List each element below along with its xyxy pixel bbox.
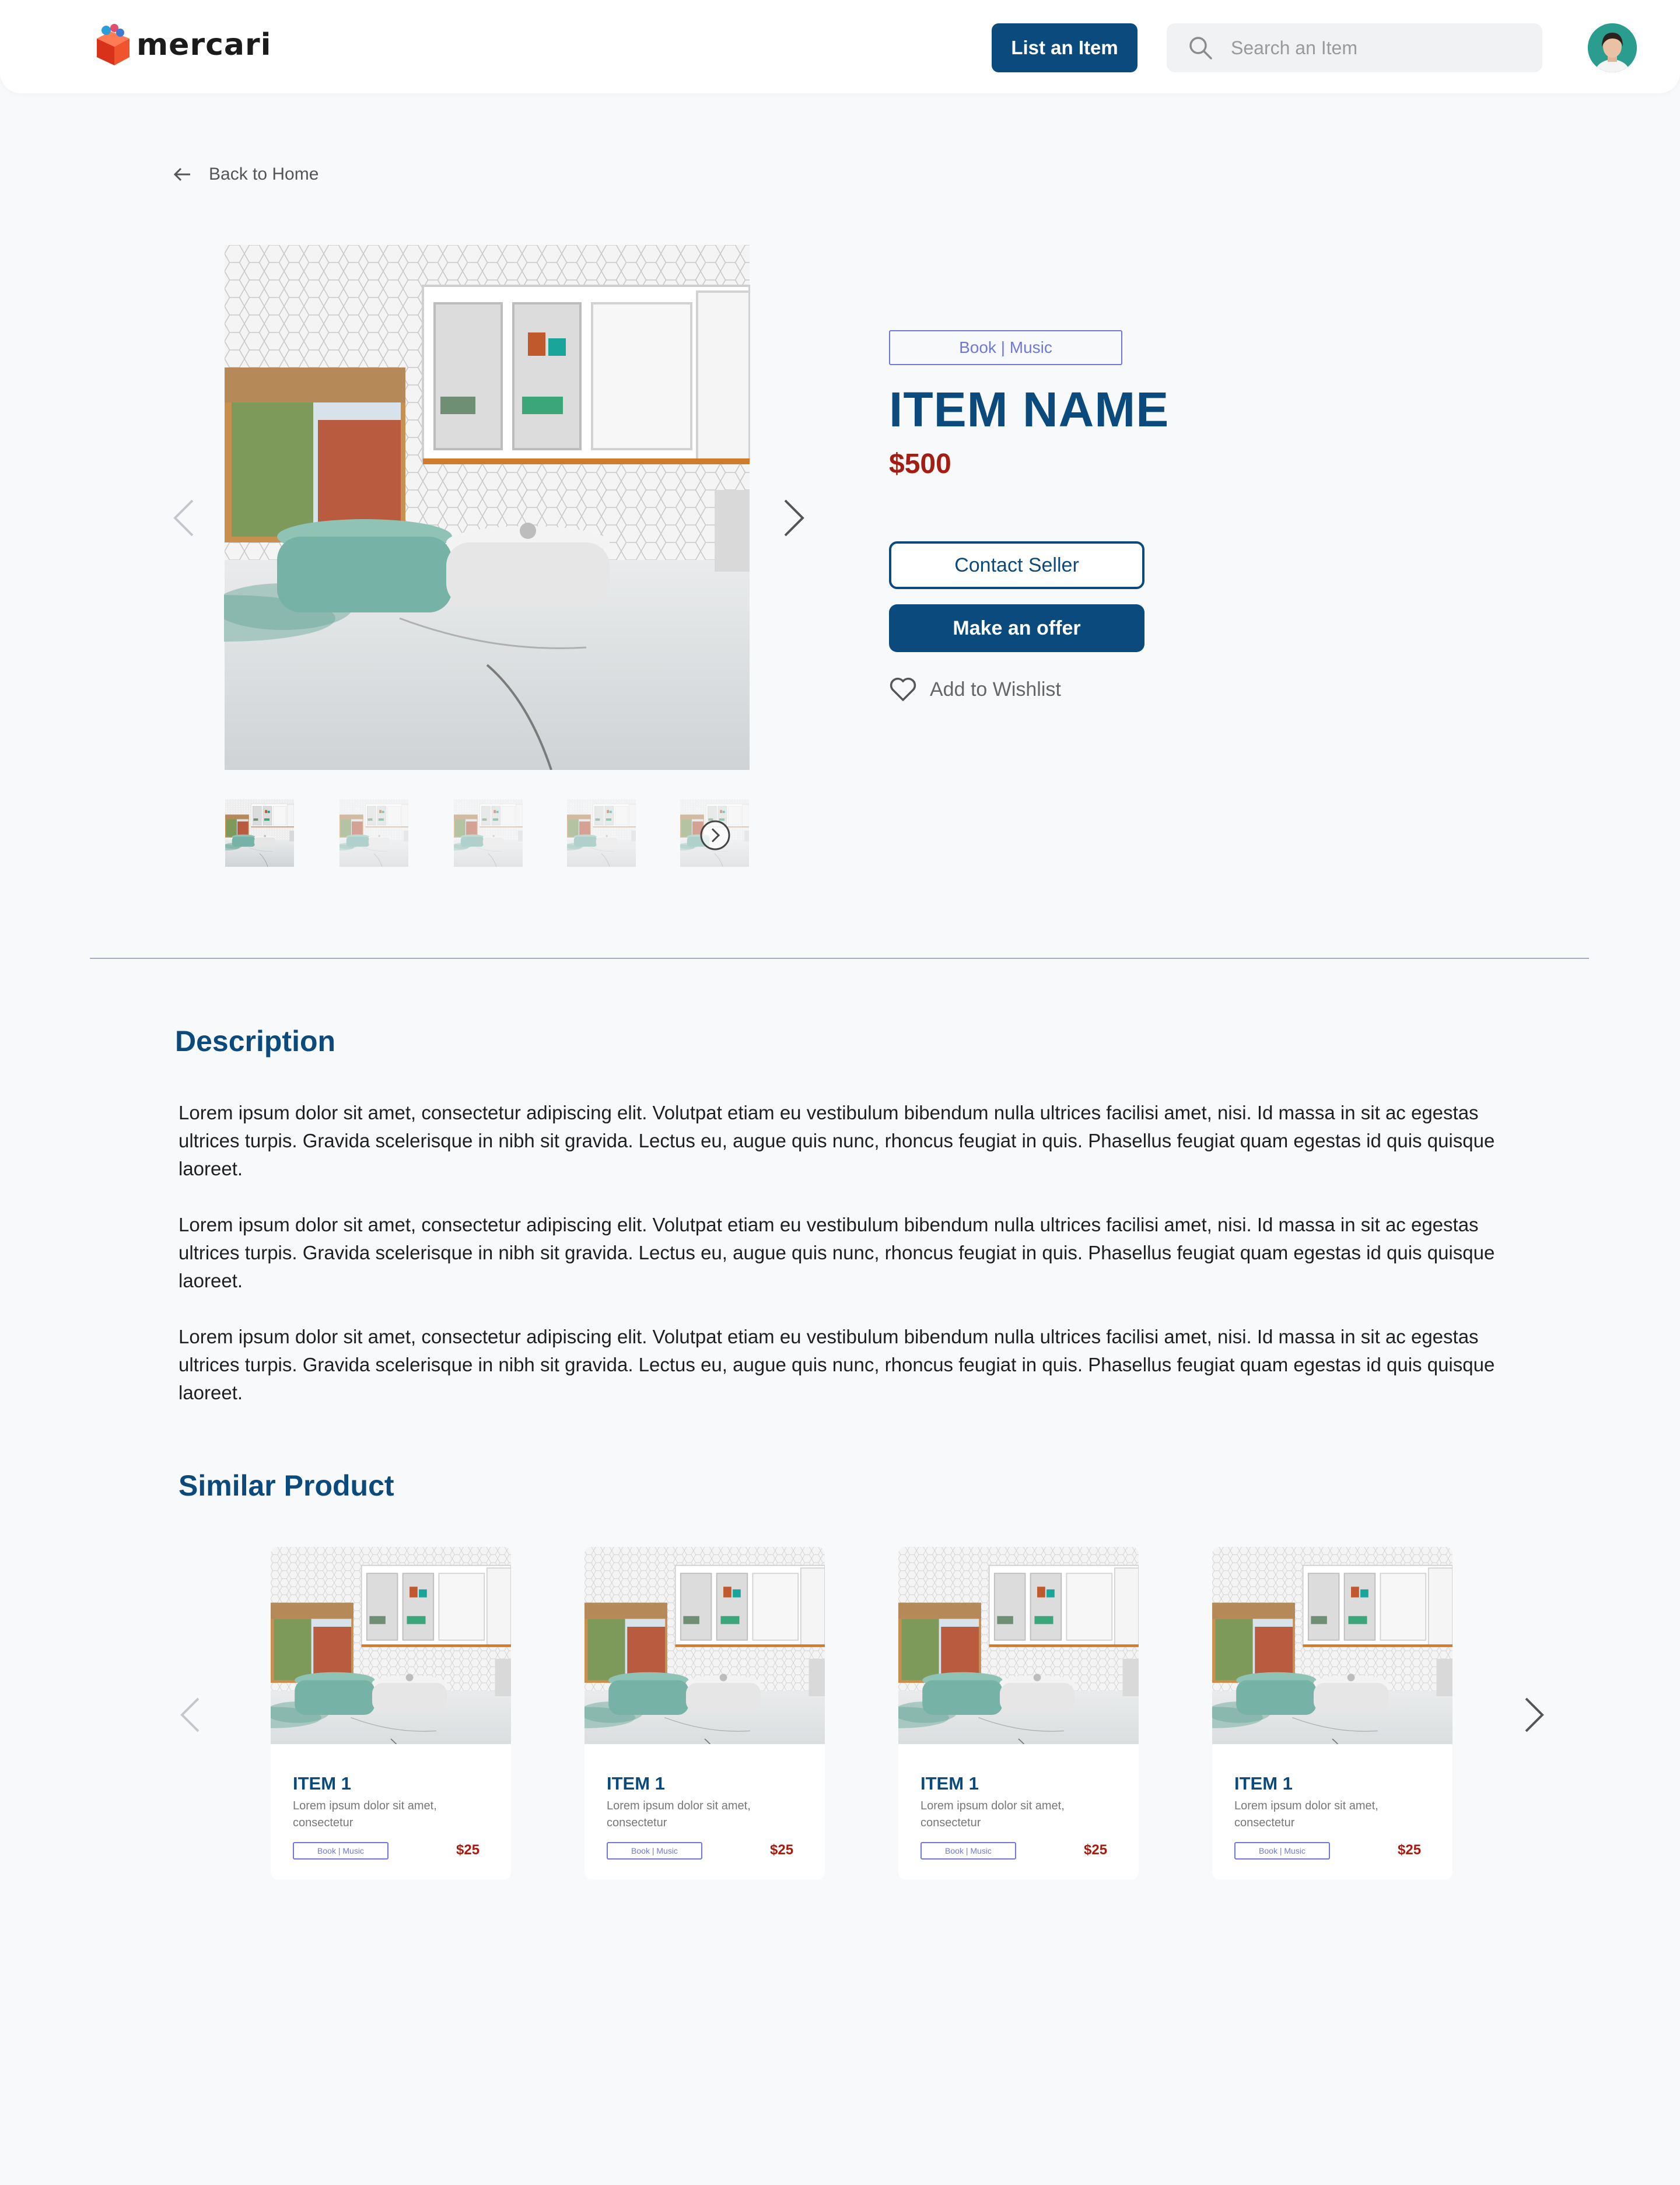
- arrow-left-icon: [173, 167, 190, 181]
- product-card-description: Lorem ipsum dolor sit amet, consectetur: [1234, 1799, 1378, 1829]
- product-card[interactable]: ITEM 1 Lorem ipsum dolor sit amet, conse…: [271, 1547, 511, 1879]
- product-card-name: ITEM 1: [1234, 1773, 1293, 1794]
- product-card-price: $25: [456, 1842, 480, 1858]
- product-card-name: ITEM 1: [293, 1773, 351, 1794]
- contact-seller-button[interactable]: Contact Seller: [889, 541, 1144, 589]
- description-title: Description: [175, 1025, 336, 1058]
- top-navigation-bar: mercari List an Item: [0, 0, 1680, 93]
- product-card-price: $25: [1084, 1842, 1108, 1858]
- product-card-description: Lorem ipsum dolor sit amet, consectetur: [921, 1799, 1065, 1829]
- list-an-item-button[interactable]: List an Item: [992, 23, 1138, 72]
- product-card-tag: Book | Music: [293, 1842, 388, 1860]
- product-card[interactable]: ITEM 1 Lorem ipsum dolor sit amet, conse…: [898, 1547, 1139, 1879]
- search-icon: [1189, 37, 1212, 59]
- circle-chevron-right-icon[interactable]: [699, 819, 732, 852]
- product-card-image: [271, 1547, 511, 1744]
- thumbnail-image[interactable]: [567, 799, 636, 867]
- chevron-left-icon[interactable]: [178, 1695, 202, 1735]
- main-product-image: [224, 245, 750, 770]
- product-card-description: Lorem ipsum dolor sit amet, consectetur: [607, 1799, 751, 1829]
- product-card-tag: Book | Music: [607, 1842, 702, 1860]
- chevron-right-icon[interactable]: [1522, 1695, 1546, 1735]
- thumbnail-image[interactable]: [454, 799, 523, 867]
- item-price: $500: [889, 449, 951, 479]
- thumbnail-image[interactable]: [340, 799, 408, 867]
- item-name: ITEM NAME: [889, 382, 1170, 437]
- product-card[interactable]: ITEM 1 Lorem ipsum dolor sit amet, conse…: [1212, 1547, 1452, 1879]
- thumbnail-image[interactable]: [225, 799, 294, 867]
- product-card-name: ITEM 1: [607, 1773, 665, 1794]
- logo-text: mercari: [136, 27, 272, 62]
- product-card-tag: Book | Music: [921, 1842, 1016, 1860]
- description-paragraph: Lorem ipsum dolor sit amet, consectetur …: [178, 1102, 1495, 1179]
- description-paragraph: Lorem ipsum dolor sit amet, consectetur …: [178, 1326, 1495, 1403]
- chevron-left-icon[interactable]: [170, 497, 196, 539]
- add-to-wishlist-button[interactable]: Add to Wishlist: [889, 677, 1061, 702]
- product-card-image: [1212, 1547, 1452, 1744]
- user-avatar[interactable]: [1588, 23, 1637, 72]
- product-card-price: $25: [1398, 1842, 1422, 1858]
- chevron-right-icon[interactable]: [782, 497, 807, 539]
- product-card-image: [584, 1547, 825, 1744]
- make-an-offer-button[interactable]: Make an offer: [889, 604, 1144, 652]
- product-card-tag: Book | Music: [1234, 1842, 1330, 1860]
- product-card-price: $25: [770, 1842, 794, 1858]
- heart-icon: [890, 677, 916, 701]
- mercari-logo[interactable]: mercari: [93, 23, 271, 66]
- search-bar[interactable]: [1167, 23, 1542, 72]
- back-to-home-link[interactable]: Back to Home: [173, 164, 318, 184]
- description-paragraph: Lorem ipsum dolor sit amet, consectetur …: [178, 1214, 1495, 1291]
- similar-product-title: Similar Product: [178, 1469, 394, 1502]
- mercari-logo-icon: [93, 23, 132, 66]
- wishlist-label: Add to Wishlist: [930, 678, 1061, 701]
- product-card-description: Lorem ipsum dolor sit amet, consectetur: [293, 1799, 437, 1829]
- search-input[interactable]: [1231, 37, 1534, 59]
- description-body: Lorem ipsum dolor sit amet, consectetur …: [178, 1099, 1544, 1435]
- category-tag[interactable]: Book | Music: [889, 330, 1122, 365]
- section-divider: [90, 958, 1589, 959]
- product-card[interactable]: ITEM 1 Lorem ipsum dolor sit amet, conse…: [584, 1547, 825, 1879]
- product-card-name: ITEM 1: [921, 1773, 979, 1794]
- back-to-home-label: Back to Home: [209, 164, 319, 184]
- product-card-image: [898, 1547, 1139, 1744]
